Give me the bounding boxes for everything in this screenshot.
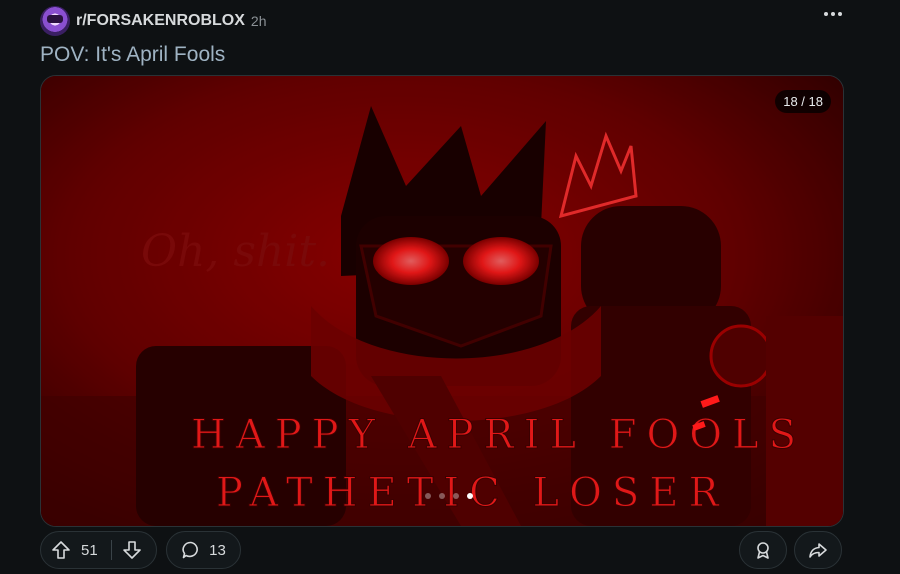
comment-icon xyxy=(182,541,199,559)
carousel-dot[interactable] xyxy=(425,493,431,499)
post-title[interactable]: POV: It's April Fools xyxy=(40,43,225,67)
comment-count: 13 xyxy=(209,541,226,559)
post-image-carousel[interactable]: Oh, shit. HAPPY APRIL FOOLS PATHETIC LOS… xyxy=(40,75,844,527)
award-button[interactable] xyxy=(739,531,787,569)
subreddit-avatar[interactable] xyxy=(40,6,70,36)
carousel-dots xyxy=(425,493,473,499)
comments-button[interactable]: 13 xyxy=(166,531,241,569)
award-icon xyxy=(757,542,769,559)
post-action-bar: 51 13 xyxy=(40,531,842,569)
subreddit-name[interactable]: r/FORSAKENROBLOX xyxy=(76,12,245,30)
post-image: Oh, shit. HAPPY APRIL FOOLS PATHETIC LOS… xyxy=(41,76,843,526)
overlay-text-line1: HAPPY APRIL FOOLS xyxy=(191,412,806,458)
carousel-dot[interactable] xyxy=(453,493,459,499)
image-counter-badge: 18 / 18 xyxy=(775,90,831,113)
carousel-dot-active[interactable] xyxy=(467,493,473,499)
caption-script: Oh, shit. xyxy=(141,226,330,277)
share-button[interactable] xyxy=(794,531,842,569)
post-header: r/FORSAKENROBLOX 2h xyxy=(40,6,266,36)
upvote-icon[interactable] xyxy=(41,540,81,560)
more-options-icon[interactable] xyxy=(824,12,842,16)
share-icon xyxy=(809,543,827,558)
upvote-count: 51 xyxy=(81,541,98,559)
post-age: 2h xyxy=(250,13,267,29)
carousel-dot[interactable] xyxy=(439,493,445,499)
vote-control: 51 xyxy=(40,531,157,569)
downvote-icon[interactable] xyxy=(112,540,152,560)
